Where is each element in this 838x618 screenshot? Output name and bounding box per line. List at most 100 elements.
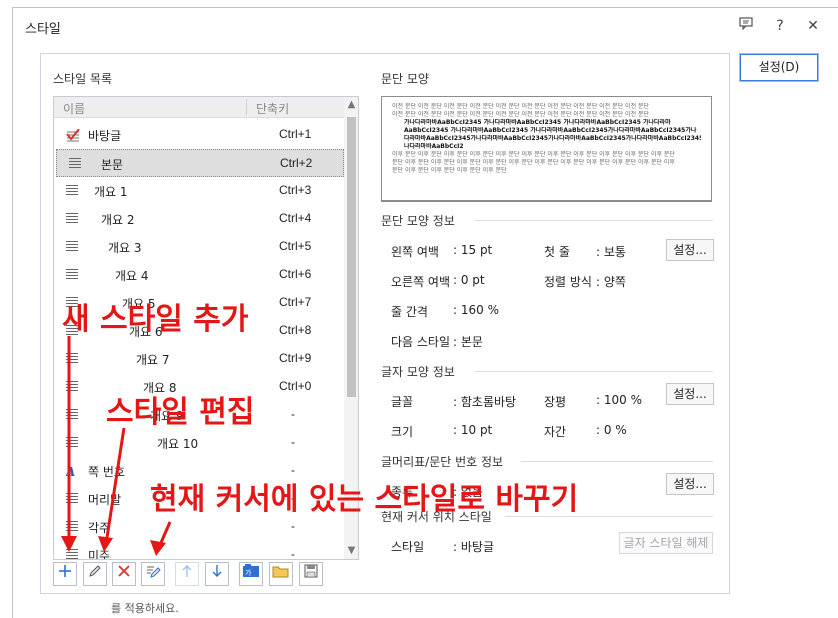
font-value: : 함초롬바탕 (453, 395, 517, 409)
open-folder-button[interactable] (269, 562, 293, 586)
apply-cursor-style-button[interactable] (141, 562, 165, 586)
style-shortcut: - (291, 407, 295, 421)
style-shortcut: Ctrl+8 (279, 323, 312, 337)
list-item[interactable]: 개요 10 - (54, 429, 344, 457)
right-margin-value: : 0 pt (453, 273, 485, 287)
align-value: : 양쪽 (596, 275, 626, 289)
style-shortcut: Ctrl+0 (279, 379, 312, 393)
checked-style-icon (66, 128, 80, 142)
save-style-button[interactable] (299, 562, 323, 586)
list-item[interactable]: 개요 7 Ctrl+9 (54, 345, 344, 373)
char-settings-button[interactable]: 설정... (666, 383, 714, 405)
paragraph-preview: 이전 문단 이전 문단 이전 문단 이전 문단 이전 문단 이전 문단 이전 문… (381, 96, 712, 202)
left-margin-label: 왼쪽 여백 (391, 245, 439, 259)
list-item[interactable]: 개요 2 Ctrl+4 (54, 205, 344, 233)
preview-line-before: 이전 문단 이전 문단 이전 문단 이전 문단 이전 문단 이전 문단 이전 문… (392, 103, 650, 110)
size-label: 크기 (391, 425, 414, 439)
paragraph-style-icon (66, 493, 80, 505)
spacing-value: : 0 % (596, 423, 627, 437)
paragraph-style-icon (66, 185, 80, 197)
style-name: 개요 7 (136, 353, 170, 367)
paragraph-style-icon (66, 437, 80, 449)
column-shortcut[interactable]: 단축키 (256, 100, 289, 117)
edit-style-button[interactable] (83, 562, 107, 586)
style-shortcut: - (291, 547, 295, 560)
style-name: 개요 4 (115, 269, 149, 283)
character-style-icon: A (65, 465, 80, 479)
style-shortcut: Ctrl+2 (280, 156, 313, 170)
divider (521, 461, 713, 462)
move-up-button[interactable] (175, 562, 199, 586)
preview-sample: AaBbCcI2345 가나다라마바AaBbCcI2345 가나다라마바AaBb… (404, 127, 697, 134)
style-name: 개요 1 (94, 185, 128, 199)
close-icon[interactable]: ✕ (803, 16, 823, 36)
paragraph-style-icon (66, 241, 80, 253)
move-down-button[interactable] (205, 562, 229, 586)
line-spacing-label: 줄 간격 (391, 305, 428, 319)
column-divider[interactable] (246, 99, 247, 115)
style-shortcut: - (291, 519, 295, 533)
paragraph-style-icon (66, 521, 80, 533)
style-shortcut: Ctrl+4 (279, 211, 312, 225)
scroll-down-icon[interactable]: ▼ (344, 543, 358, 559)
bullet-settings-button[interactable]: 설정... (666, 473, 714, 495)
import-style-button[interactable]: 가 (239, 562, 263, 586)
list-item[interactable]: 개요 1 Ctrl+3 (54, 177, 344, 205)
paragraph-style-icon (66, 213, 80, 225)
char-info-title: 글자 모양 정보 (381, 365, 455, 379)
font-label: 글꼴 (391, 395, 414, 409)
add-style-button[interactable] (53, 562, 77, 586)
footer-text: 를 적용하세요. (111, 602, 179, 615)
preview-line-after: 이후 문단 이후 문단 이후 문단 이후 문단 이후 문단 이후 문단 이후 문… (392, 151, 675, 158)
style-shortcut: Ctrl+5 (279, 239, 312, 253)
divider (475, 371, 713, 372)
list-header: 이름 단축키 (54, 97, 344, 118)
column-name[interactable]: 이름 (63, 100, 85, 117)
style-name: 미주 (88, 549, 111, 560)
cursor-style-label: 스타일 (391, 540, 425, 554)
title-bar: 스타일 ? ✕ (13, 8, 838, 44)
style-name: 개요 10 (157, 437, 199, 451)
width-value: : 100 % (596, 393, 642, 407)
first-line-label: 첫 줄 (544, 245, 570, 259)
list-item[interactable]: 미주 - (54, 541, 344, 560)
list-item-selected[interactable]: 본문 Ctrl+2 (56, 149, 344, 177)
left-margin-value: : 15 pt (453, 243, 493, 257)
preview-title: 문단 모양 (381, 72, 429, 86)
paragraph-info-title: 문단 모양 정보 (381, 214, 455, 228)
style-shortcut: Ctrl+6 (279, 267, 312, 281)
right-margin-label: 오른쪽 여백 (391, 275, 451, 289)
release-char-style-button[interactable]: 글자 스타일 해제 (619, 532, 713, 554)
paragraph-style-icon (66, 409, 80, 421)
bullet-info-title: 글머리표/문단 번호 정보 (381, 455, 504, 469)
style-name: 머리말 (88, 493, 122, 507)
style-shortcut: Ctrl+1 (279, 127, 312, 141)
scroll-thumb[interactable] (347, 117, 356, 397)
help-icon[interactable]: ? (770, 16, 790, 36)
style-name: 쪽 번호 (88, 465, 125, 479)
preview-line-after: 문단 이후 문단 이후 문단 이후 문단 이후 문단 이후 문단 이후 문단 이… (392, 159, 675, 166)
align-label: 정렬 방식 (544, 275, 592, 289)
size-value: : 10 pt (453, 423, 493, 437)
style-name: 개요 2 (101, 213, 135, 227)
style-list-title: 스타일 목록 (53, 72, 113, 86)
style-shortcut: Ctrl+9 (279, 351, 312, 365)
annotation-change-to-current: 현재 커서에 있는 스타일로 바꾸기 (150, 482, 579, 517)
list-item[interactable]: 개요 4 Ctrl+6 (54, 261, 344, 289)
paragraph-style-icon (66, 353, 80, 365)
comment-icon[interactable] (736, 16, 756, 36)
delete-style-button[interactable] (112, 562, 136, 586)
settings-button[interactable]: 설정(D) (739, 53, 819, 82)
scroll-up-icon[interactable]: ▲ (344, 97, 358, 113)
preview-sample: 가나다라마바AaBbCcI2345 가나다라마바AaBbCcI2345 가나다라… (404, 119, 671, 126)
list-item[interactable]: 개요 3 Ctrl+5 (54, 233, 344, 261)
style-name: 개요 3 (108, 241, 142, 255)
preview-sample: 나다라마바AaBbCcI2 (404, 143, 464, 150)
preview-line-after: 문단 이후 문단 이후 문단 이후 문단 이후 문단 (392, 167, 507, 174)
list-item[interactable]: 바탕글 Ctrl+1 (54, 121, 344, 149)
cursor-style-value: : 바탕글 (453, 540, 494, 554)
style-shortcut: - (291, 435, 295, 449)
style-name: 바탕글 (88, 129, 122, 143)
annotation-edit-style: 스타일 편집 (106, 395, 255, 430)
paragraph-settings-button[interactable]: 설정... (666, 239, 714, 261)
